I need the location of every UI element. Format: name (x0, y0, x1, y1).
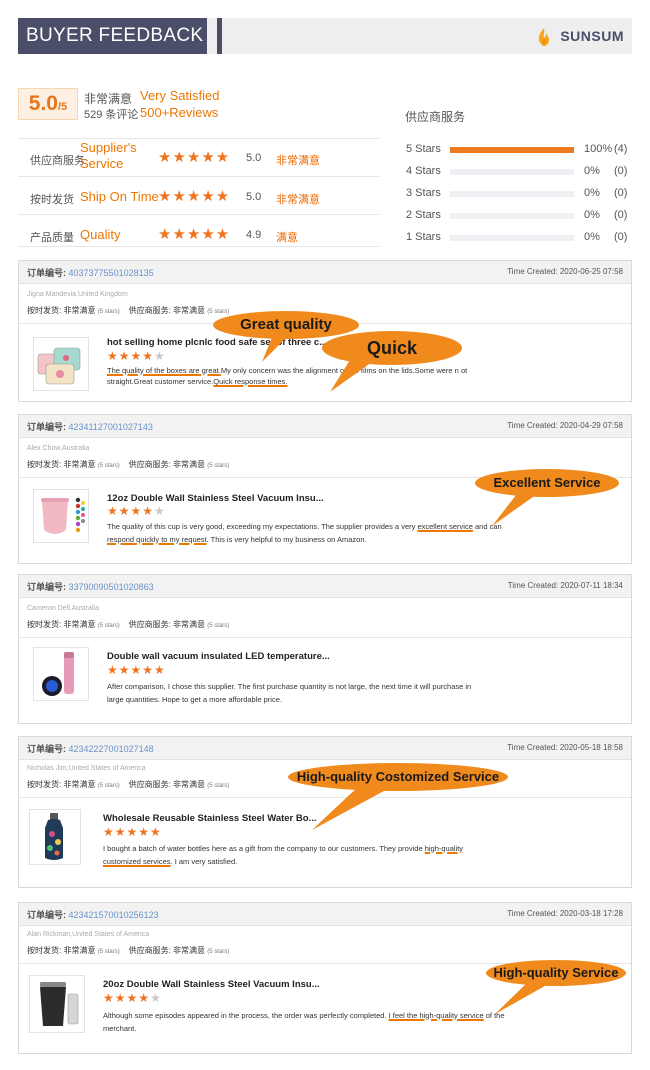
callout-customized-service: High-quality Costomized Service (288, 763, 508, 791)
callout-great-quality: Great quality (213, 311, 359, 339)
pointer-quick (330, 360, 372, 392)
callout-quick: Quick (322, 331, 462, 365)
callout-high-quality-service: High-quality Service (486, 960, 626, 986)
callout-excellent-service: Excellent Service (475, 469, 619, 497)
pointer-customized-service (312, 785, 395, 830)
callout-pointers (262, 330, 552, 1014)
